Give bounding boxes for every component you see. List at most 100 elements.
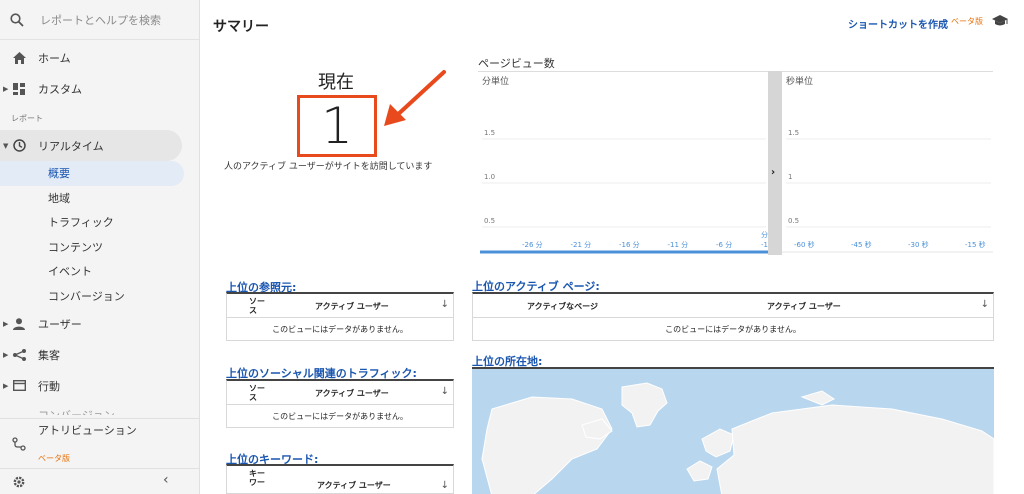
caret-right-icon: ▶ xyxy=(3,319,9,328)
x-tick-label: -45 秒 xyxy=(851,240,872,249)
gear-icon[interactable] xyxy=(12,475,26,489)
x-tick-label: -6 分 xyxy=(716,240,732,249)
chevron-right-icon[interactable]: › xyxy=(771,167,775,178)
sidebar-item-label: リアルタイム xyxy=(38,139,104,153)
chevron-left-icon[interactable]: ‹ xyxy=(163,472,169,488)
sidebar-item-custom[interactable]: ▶ カスタム xyxy=(0,73,199,104)
y-tick-label: 1 xyxy=(788,173,792,181)
top-keywords-table: キー ワー アクティブ ユーザー ↓ xyxy=(226,464,454,494)
world-map[interactable] xyxy=(472,367,994,494)
sidebar-item-label: コンバージョン xyxy=(38,407,115,415)
x-tick-label: -30 秒 xyxy=(908,240,929,249)
x-tick-label: -16 分 xyxy=(619,240,640,249)
share-icon xyxy=(12,348,26,362)
person-icon xyxy=(12,317,26,331)
minute-panel-label: 分単位 xyxy=(482,75,509,87)
search-placeholder: レポートとヘルプを検索 xyxy=(40,13,161,27)
create-shortcut-link[interactable]: ショートカットを作成 xyxy=(848,16,948,31)
sort-down-icon[interactable]: ↓ xyxy=(441,386,449,397)
pageviews-chart-svg: 分単位 秒単位 › 分 1.5 1.0 0.5 -26 分 -21 分 -16 分 -11 … xyxy=(478,70,993,255)
column-header-keyword[interactable]: キー ワー xyxy=(249,469,267,487)
sort-down-icon[interactable]: ↓ xyxy=(981,299,989,310)
reports-section-title: レポート xyxy=(11,114,43,123)
table-header: キー ワー アクティブ ユーザー ↓ xyxy=(227,466,453,494)
column-header-active-page[interactable]: アクティブなページ xyxy=(527,301,598,312)
sidebar-item-label: アトリビューション xyxy=(38,424,137,437)
sidebar-subitem-conversions[interactable]: コンバージョン xyxy=(0,284,199,309)
home-icon xyxy=(12,51,26,65)
window-icon xyxy=(12,379,26,393)
top-active-pages-table: アクティブなページ アクティブ ユーザー ↓ このビューにはデータがありません。 xyxy=(472,292,994,341)
active-users-count: 1 xyxy=(321,97,353,155)
sidebar-subitem-traffic[interactable]: トラフィック xyxy=(0,210,199,235)
active-users-highlight: 1 xyxy=(297,95,377,157)
sidebar-item-label: ユーザー xyxy=(38,317,82,331)
sidebar-subitem-location[interactable]: 地域 xyxy=(0,186,199,211)
second-panel-label: 秒単位 xyxy=(786,75,813,87)
y-tick-label: 1.5 xyxy=(484,129,495,137)
x-tick-label: -15 秒 xyxy=(965,240,986,249)
minute-axis-unit: 分 xyxy=(761,230,768,239)
empty-message: このビューにはデータがありません。 xyxy=(272,324,408,334)
y-tick-label: 0.5 xyxy=(788,217,799,225)
beta-badge: ベータ版 xyxy=(38,454,70,463)
column-header-active-users[interactable]: アクティブ ユーザー xyxy=(315,388,389,399)
active-users-description: 人のアクティブ ユーザーがサイトを訪問しています xyxy=(224,162,433,172)
x-tick-label: -1 xyxy=(761,241,768,249)
sidebar-item-behavior[interactable]: ▶ 行動 xyxy=(0,370,199,401)
column-header-active-users[interactable]: アクティブ ユーザー xyxy=(767,301,841,312)
empty-message: このビューにはデータがありません。 xyxy=(272,411,408,421)
y-tick-label: 1.0 xyxy=(484,173,495,181)
sidebar-item-user[interactable]: ▶ ユーザー xyxy=(0,308,199,339)
x-tick-label: -21 分 xyxy=(571,240,592,249)
column-header-source[interactable]: ソー ス xyxy=(249,297,267,315)
panel-splitter[interactable] xyxy=(768,71,782,255)
pageviews-title: ページビュー数 xyxy=(478,57,555,70)
sidebar-item-acquisition[interactable]: ▶ 集客 xyxy=(0,339,199,370)
sidebar-item-attribution[interactable]: アトリビューション ベータ版 xyxy=(0,418,199,468)
top-referrers-table: ソー ス アクティブ ユーザー ↓ このビューにはデータがありません。 xyxy=(226,292,454,341)
sidebar-subitem-events[interactable]: イベント xyxy=(0,259,199,284)
sidebar-item-realtime[interactable]: ▼ リアルタイム xyxy=(0,130,182,161)
caret-right-icon: ▶ xyxy=(3,84,9,93)
table-header: ソー ス アクティブ ユーザー ↓ xyxy=(227,294,453,318)
search-bar[interactable]: レポートとヘルプを検索 xyxy=(0,0,199,40)
sidebar: レポートとヘルプを検索 ホーム ▶ カスタム レポート ▼ リアルタイム 概要 … xyxy=(0,0,200,494)
sort-down-icon[interactable]: ↓ xyxy=(441,480,449,491)
y-tick-label: 0.5 xyxy=(484,217,495,225)
sidebar-item-label: カスタム xyxy=(38,82,82,96)
table-header: アクティブなページ アクティブ ユーザー ↓ xyxy=(473,294,993,318)
caret-down-icon: ▼ xyxy=(3,141,9,150)
sidebar-footer: ‹ xyxy=(0,468,199,494)
pageviews-chart: 分単位 秒単位 › 分 1.5 1.0 0.5 -26 分 -21 分 -16 分 -11 … xyxy=(478,70,993,255)
column-header-source[interactable]: ソー ス xyxy=(249,384,267,402)
sidebar-item-label: ホーム xyxy=(38,51,71,65)
search-icon xyxy=(10,12,24,27)
x-tick-label: -26 分 xyxy=(522,240,543,249)
sidebar-item-label: 行動 xyxy=(38,379,60,393)
table-header: ソー ス アクティブ ユーザー ↓ xyxy=(227,381,453,405)
empty-message: このビューにはデータがありません。 xyxy=(665,324,801,334)
column-header-active-users[interactable]: アクティブ ユーザー xyxy=(315,301,389,312)
dashboard-icon xyxy=(12,82,26,96)
main-content: サマリー ショートカットを作成 ベータ版 現在 1 人のアクティブ ユーザーがサ… xyxy=(202,8,1024,494)
graduation-cap-icon[interactable] xyxy=(992,15,1008,27)
top-social-table: ソー ス アクティブ ユーザー ↓ このビューにはデータがありません。 xyxy=(226,379,454,428)
sidebar-subitem-overview[interactable]: 概要 xyxy=(0,161,184,186)
sidebar-item-label: 集客 xyxy=(38,348,60,362)
caret-right-icon: ▶ xyxy=(3,350,9,359)
x-tick-label: -60 秒 xyxy=(794,240,815,249)
attribution-icon xyxy=(12,437,26,451)
x-tick-label: -11 分 xyxy=(668,240,689,249)
sidebar-item-conversion[interactable]: コンバージョン xyxy=(0,401,199,415)
sidebar-item-home[interactable]: ホーム xyxy=(0,42,199,73)
clock-icon xyxy=(12,139,26,153)
column-header-active-users[interactable]: アクティブ ユーザー xyxy=(317,480,391,491)
sidebar-subitem-content[interactable]: コンテンツ xyxy=(0,235,199,260)
beta-badge: ベータ版 xyxy=(951,17,983,26)
sort-down-icon[interactable]: ↓ xyxy=(441,299,449,310)
caret-right-icon: ▶ xyxy=(3,381,9,390)
world-map-svg xyxy=(472,369,994,494)
now-label: 現在 xyxy=(318,72,354,93)
annotation-arrow xyxy=(384,70,446,126)
